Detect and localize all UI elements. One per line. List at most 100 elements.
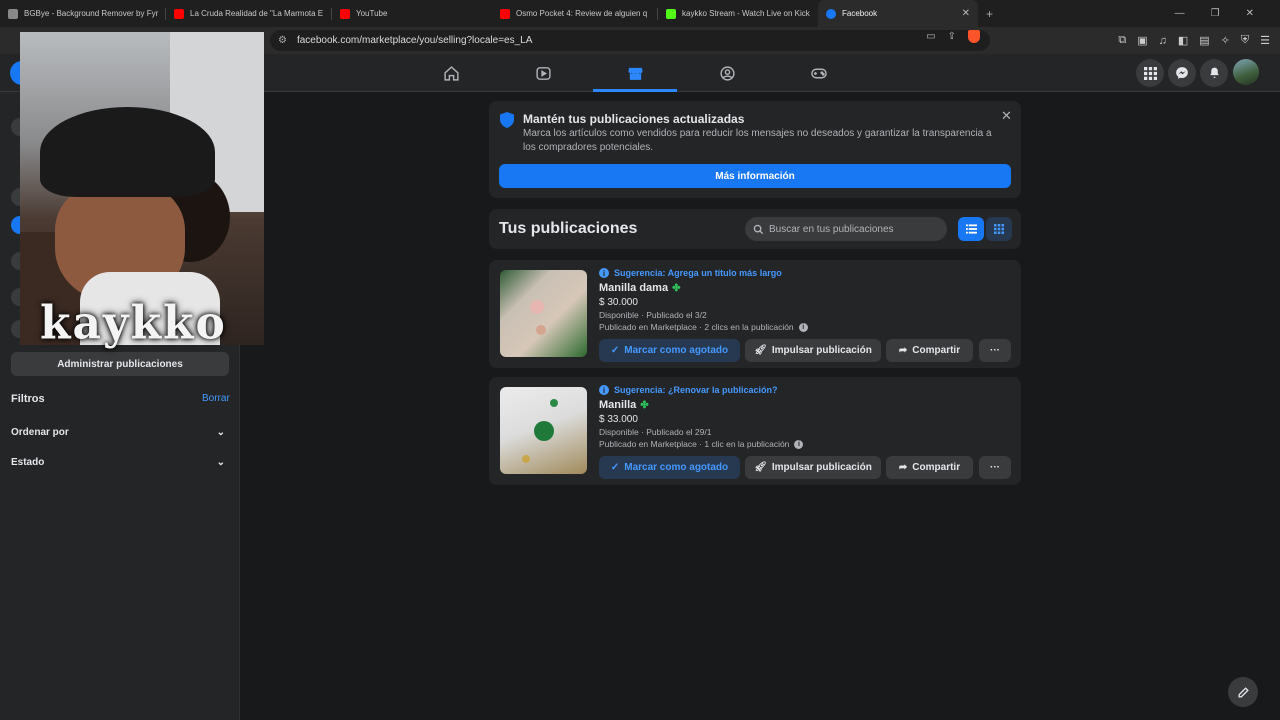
profile-avatar[interactable] [1233,59,1259,85]
suggestion-text: Sugerencia: Agrega un título más largo [614,268,782,278]
mark-sold-button[interactable]: ✓ Marcar como agotado [599,456,740,479]
filter-status[interactable]: Estado ⌄ [11,457,225,468]
share-arrow-icon: ➦ [898,462,908,473]
minimize-icon[interactable]: — [1175,8,1185,19]
share-arrow-icon: ➦ [898,345,908,356]
grid-view-button[interactable] [986,217,1012,241]
new-tab-icon[interactable]: + [986,7,993,21]
grid-icon [994,224,1004,234]
button-label: Compartir [912,345,961,356]
vpn-icon[interactable]: ⛨ [1241,34,1249,47]
share-button[interactable]: ➦ Compartir [886,339,973,362]
video-icon[interactable] [533,63,553,83]
listing-price: $ 30.000 [599,297,638,308]
listing-status: Disponible · Publicado el 29/1 [599,427,712,437]
listings-header: Tus publicaciones Buscar en tus publicac… [489,209,1021,249]
banner-text: Marca los artículos como vendidos para r… [523,128,992,153]
mark-sold-button[interactable]: ✓ Marcar como agotado [599,339,740,362]
site-settings-icon[interactable]: ⚙ [278,35,287,46]
address-bar-icons: ▭ ⇪ [926,30,980,43]
messenger-icon[interactable] [1168,59,1196,87]
search-icon [753,224,764,234]
menu-grid-icon[interactable] [1136,59,1164,87]
chevron-down-icon: ⌄ [216,427,225,438]
close-window-icon[interactable]: ✕ [1246,8,1254,19]
clover-icon: ✤ [640,400,649,411]
music-icon[interactable]: ♫ [1159,35,1167,47]
compose-button[interactable] [1228,677,1258,707]
listing-card[interactable]: i Sugerencia: Agrega un título más largo… [489,260,1021,368]
button-label: Compartir [912,462,961,473]
shield-icon [500,112,514,128]
check-icon: ✓ [610,345,620,356]
page-title: Tus publicaciones [499,220,638,237]
banner-title: Mantén tus publicaciones actualizadas [523,112,745,126]
browser-tab[interactable]: La Cruda Realidad de "La Marmota E [166,0,331,27]
wallet-icon[interactable]: ▤ [1199,34,1209,47]
bracelet-charm [550,399,558,407]
bracelet-charm [530,300,544,314]
more-info-button[interactable]: Más información [499,164,1011,188]
close-tab-icon[interactable]: ✕ [962,8,970,19]
bracelet-charm [534,421,554,441]
listing-title[interactable]: Manilla dama ✤ [599,282,680,294]
browser-tab[interactable]: kaykko Stream - Watch Live on Kick [658,0,818,27]
groups-icon[interactable] [717,63,737,83]
home-icon[interactable] [441,63,461,83]
share-button[interactable]: ➦ Compartir [886,456,973,479]
webcam-hat [40,107,215,197]
browser-tab[interactable]: BGBye - Background Remover by Fyr [0,0,165,27]
more-options-button[interactable]: ··· [979,456,1011,479]
share-icon[interactable]: ⇪ [948,31,956,42]
clover-icon: ✤ [672,283,681,294]
search-placeholder: Buscar en tus publicaciones [769,223,894,235]
listing-thumbnail[interactable] [500,270,587,357]
boost-listing-button[interactable]: 🚀︎ Impulsar publicación [745,339,881,362]
listing-card[interactable]: i Sugerencia: ¿Renovar la publicación? M… [489,377,1021,485]
youtube-icon [340,8,350,19]
info-icon[interactable]: i [794,439,804,449]
tab-title: Osmo Pocket 4: Review de alguien q [516,9,648,18]
browser-tab-active[interactable]: Facebook ✕ [818,0,978,27]
extensions-icon[interactable]: ⧉ [1118,34,1126,47]
more-options-button[interactable]: ··· [979,339,1011,362]
sidebar-toggle-icon[interactable]: ◧ [1178,34,1188,47]
address-bar[interactable]: ⚙ facebook.com/marketplace/you/selling?l… [270,30,990,51]
bracelet-charm [536,325,546,335]
suggestion-link[interactable]: i Sugerencia: Agrega un título más largo [599,268,782,278]
button-label: Marcar como agotado [624,462,729,473]
listing-title[interactable]: Manilla ✤ [599,399,649,411]
gaming-icon[interactable] [809,63,829,83]
suggestion-link[interactable]: i Sugerencia: ¿Renovar la publicación? [599,385,778,395]
info-icon[interactable]: i [798,322,808,332]
compose-icon [1237,686,1249,698]
search-input[interactable]: Buscar en tus publicaciones [745,217,947,241]
bracelet-charm [522,455,530,463]
browser-tab-strip: BGBye - Background Remover by Fyr La Cru… [0,0,1280,27]
browser-tab[interactable]: Osmo Pocket 4: Review de alguien q [492,0,657,27]
boost-listing-button[interactable]: 🚀︎ Impulsar publicación [745,456,881,479]
youtube-icon [174,8,184,19]
menu-icon[interactable]: ☰ [1260,34,1270,47]
list-view-button[interactable] [958,217,984,241]
tab-favicon-icon [8,8,18,19]
wallet-icon[interactable]: ▣ [1137,34,1147,47]
button-label: Impulsar publicación [771,462,872,473]
brave-shield-icon[interactable] [968,30,980,43]
clear-filters-link[interactable]: Borrar [202,393,230,404]
filter-sort[interactable]: Ordenar por ⌄ [11,427,225,438]
suggestion-text: Sugerencia: ¿Renovar la publicación? [614,385,778,395]
browser-tab[interactable]: YouTube [332,0,492,27]
marketplace-icon[interactable] [625,63,645,83]
cast-icon[interactable]: ▭ [926,31,935,42]
restore-icon[interactable]: ❐ [1211,8,1220,19]
leo-icon[interactable]: ✧ [1221,34,1230,47]
listing-thumbnail[interactable] [500,387,587,474]
close-icon[interactable]: ✕ [1001,108,1012,124]
tab-title: Facebook [842,9,878,18]
notifications-icon[interactable] [1200,59,1228,87]
youtube-icon [500,8,510,19]
listing-name: Manilla [599,399,637,411]
info-icon: i [599,268,609,278]
filter-label: Estado [11,457,45,468]
